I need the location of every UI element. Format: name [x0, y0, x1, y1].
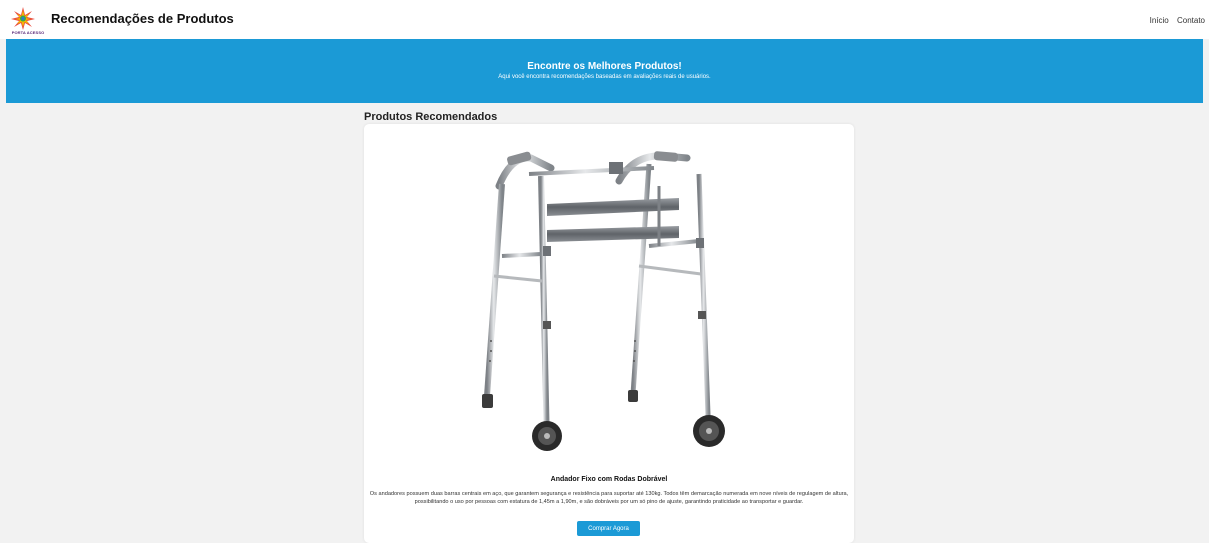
hero-title: Encontre os Melhores Produtos! — [527, 61, 682, 72]
logo-text: PORTA ACESSO — [11, 30, 45, 35]
top-navbar: PORTA ACESSO Recomendações de Produtos I… — [0, 0, 1209, 39]
nav-links: Início Contato — [1144, 16, 1205, 25]
product-name: Andador Fixo com Rodas Dobrável — [550, 476, 668, 483]
hero-subtitle: Aqui você encontra recomendações baseada… — [498, 74, 711, 80]
nav-link-contato[interactable]: Contato — [1177, 16, 1205, 25]
logo[interactable]: PORTA ACESSO — [10, 6, 44, 35]
product-card: Andador Fixo com Rodas Dobrável Os andad… — [364, 124, 854, 543]
hero-banner: Encontre os Melhores Produtos! Aqui você… — [6, 39, 1203, 103]
walker-image-icon — [482, 151, 725, 451]
logo-star-icon — [11, 7, 35, 30]
section-title: Produtos Recomendados — [364, 111, 498, 123]
product-description: Os andadores possuem duas barras centrai… — [369, 491, 849, 505]
site-title: Recomendações de Produtos — [51, 11, 234, 26]
buy-now-button[interactable]: Comprar Agora — [577, 521, 640, 536]
product-image — [469, 146, 739, 456]
nav-link-inicio[interactable]: Início — [1150, 16, 1169, 25]
